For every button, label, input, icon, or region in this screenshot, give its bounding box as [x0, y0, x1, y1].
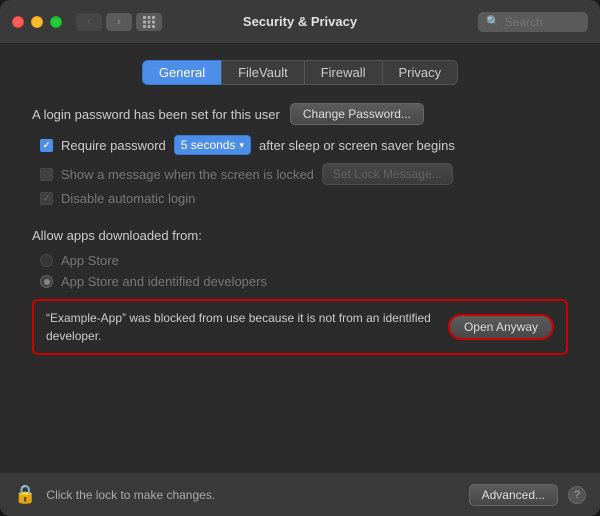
- lock-icon[interactable]: 🔒: [14, 484, 36, 505]
- allow-apps-section: Allow apps downloaded from: App Store Ap…: [32, 228, 568, 355]
- maximize-button[interactable]: [50, 16, 62, 28]
- blocked-message-row: “Example-App” was blocked from use becau…: [32, 299, 568, 355]
- disable-auto-login-label: Disable automatic login: [61, 191, 195, 206]
- blocked-message-text: “Example-App” was blocked from use becau…: [46, 309, 438, 345]
- app-store-identified-label: App Store and identified developers: [61, 274, 267, 289]
- search-box[interactable]: 🔍: [478, 12, 588, 32]
- search-input[interactable]: [505, 15, 585, 29]
- search-icon: 🔍: [486, 15, 500, 28]
- tab-firewall[interactable]: Firewall: [304, 60, 382, 85]
- tab-bar: General FileVault Firewall Privacy: [24, 60, 576, 85]
- general-content: A login password has been set for this u…: [24, 103, 576, 355]
- require-password-label: Require password: [61, 138, 166, 153]
- show-message-label: Show a message when the screen is locked: [61, 167, 314, 182]
- app-store-label: App Store: [61, 253, 119, 268]
- nav-buttons: ‹ ›: [76, 13, 132, 31]
- disable-auto-login-row: Disable automatic login: [40, 191, 568, 206]
- traffic-lights: [12, 16, 62, 28]
- open-anyway-button[interactable]: Open Anyway: [448, 314, 554, 340]
- password-row: A login password has been set for this u…: [32, 103, 568, 125]
- bottom-bar: 🔒 Click the lock to make changes. Advanc…: [0, 472, 600, 516]
- app-store-identified-option-row: App Store and identified developers: [40, 274, 568, 289]
- forward-button[interactable]: ›: [106, 13, 132, 31]
- seconds-dropdown[interactable]: 5 seconds ▾: [174, 135, 251, 155]
- show-message-row: Show a message when the screen is locked…: [40, 163, 568, 185]
- seconds-value: 5 seconds: [181, 138, 236, 152]
- dropdown-arrow-icon: ▾: [239, 140, 244, 151]
- app-store-identified-radio[interactable]: [40, 275, 53, 288]
- tab-general[interactable]: General: [142, 60, 221, 85]
- after-sleep-label: after sleep or screen saver begins: [259, 138, 455, 153]
- tab-privacy[interactable]: Privacy: [382, 60, 459, 85]
- show-message-checkbox[interactable]: [40, 168, 53, 181]
- back-button[interactable]: ‹: [76, 13, 102, 31]
- disable-auto-login-checkbox[interactable]: [40, 192, 53, 205]
- window-title: Security & Privacy: [243, 14, 357, 29]
- advanced-button[interactable]: Advanced...: [469, 484, 558, 506]
- change-password-button[interactable]: Change Password...: [290, 103, 424, 125]
- help-button[interactable]: ?: [568, 486, 586, 504]
- titlebar: ‹ › Security & Privacy 🔍: [0, 0, 600, 44]
- grid-button[interactable]: [136, 13, 162, 31]
- set-lock-message-button[interactable]: Set Lock Message...: [322, 163, 453, 185]
- password-label: A login password has been set for this u…: [32, 107, 280, 122]
- allow-apps-title: Allow apps downloaded from:: [32, 228, 568, 243]
- main-content: General FileVault Firewall Privacy A log…: [0, 44, 600, 472]
- lock-message-text: Click the lock to make changes.: [46, 488, 458, 502]
- tab-filevault[interactable]: FileVault: [221, 60, 304, 85]
- require-password-checkbox[interactable]: [40, 139, 53, 152]
- app-store-option-row: App Store: [40, 253, 568, 268]
- close-button[interactable]: [12, 16, 24, 28]
- minimize-button[interactable]: [31, 16, 43, 28]
- require-password-row: Require password 5 seconds ▾ after sleep…: [40, 135, 568, 155]
- app-store-radio[interactable]: [40, 254, 53, 267]
